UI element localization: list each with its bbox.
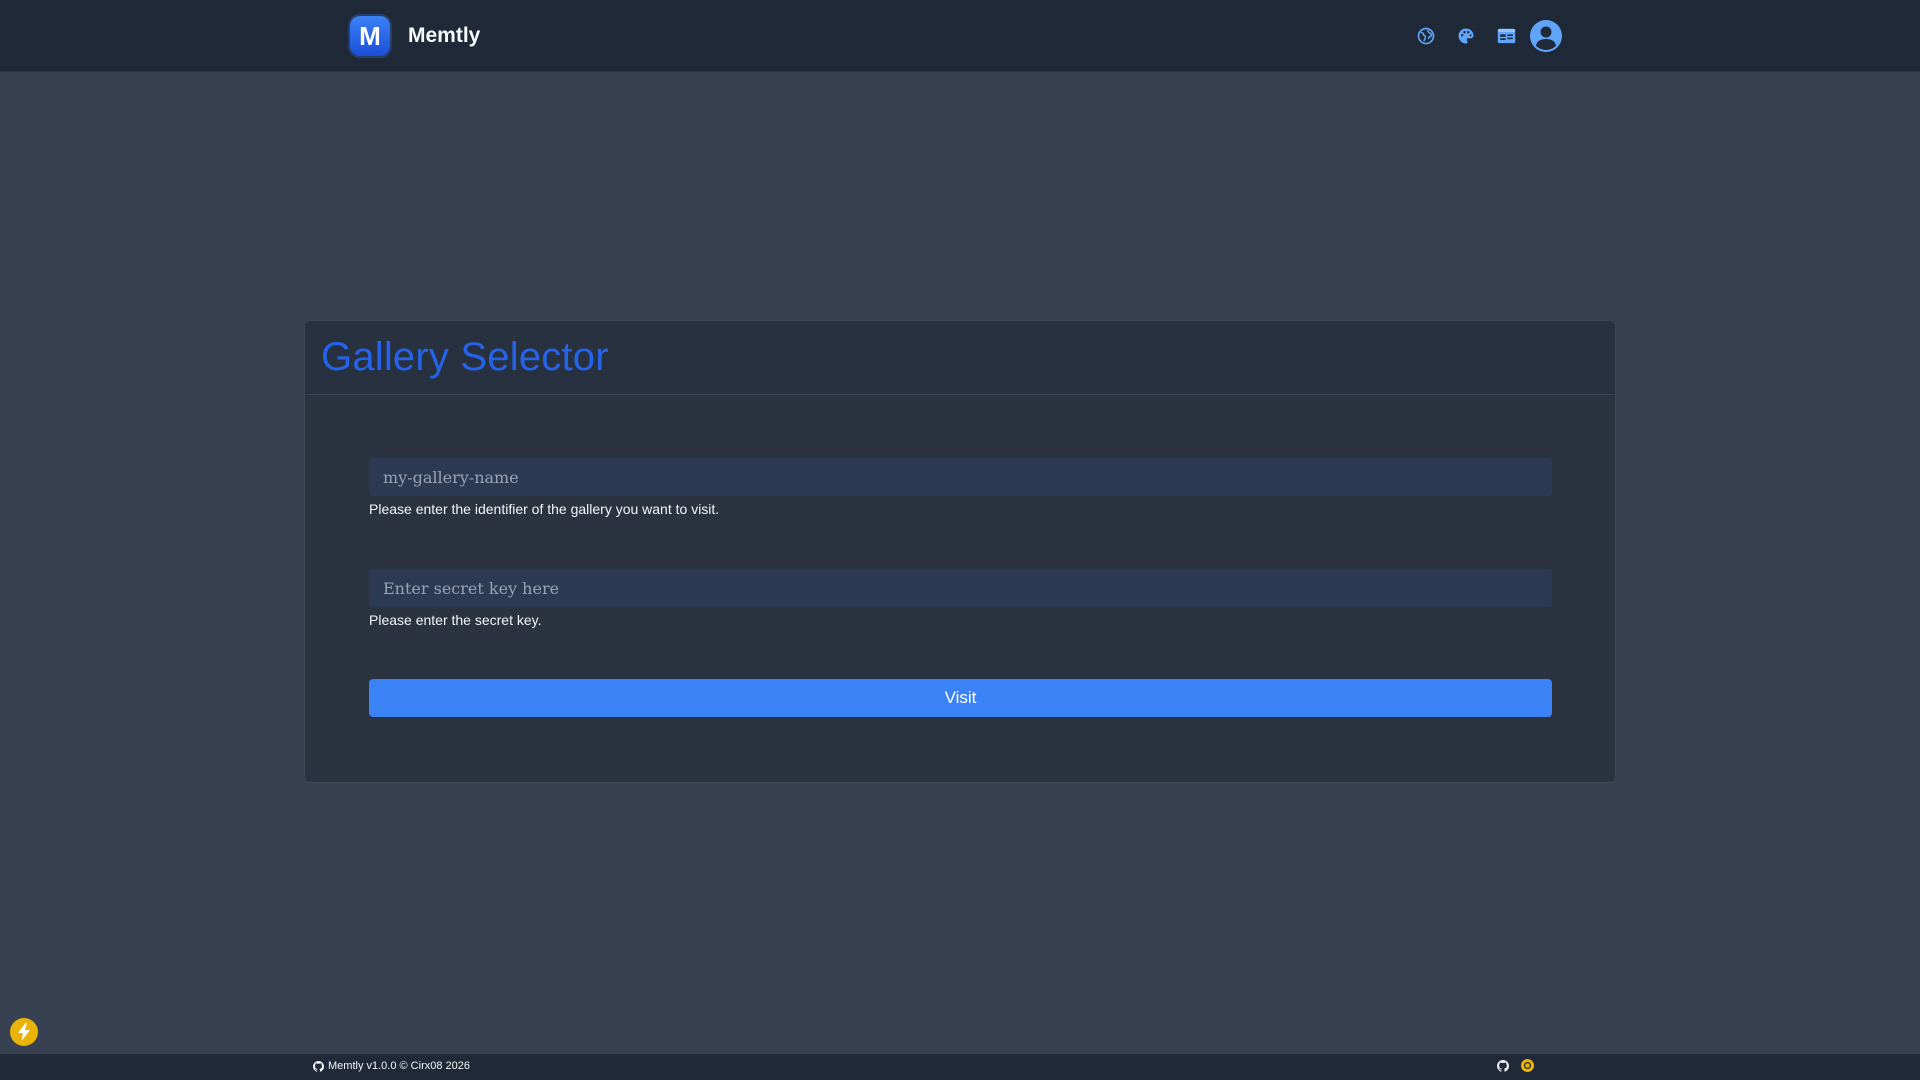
user-menu-button[interactable]: [1526, 16, 1566, 56]
visit-button[interactable]: Visit: [369, 679, 1552, 717]
navbar-actions: [1406, 16, 1566, 56]
card-body: Please enter the identifier of the galle…: [305, 395, 1615, 782]
language-button[interactable]: [1406, 16, 1446, 56]
lightning-bolt-icon: [18, 1023, 30, 1041]
id-card-icon: [1497, 28, 1515, 44]
gallery-selector-card: Gallery Selector Please enter the identi…: [304, 320, 1616, 783]
card-header: Gallery Selector: [305, 321, 1615, 395]
logo-letter: M: [359, 20, 381, 51]
footer: Memtly v1.0.0 © Cirx08 2026: [0, 1054, 1920, 1080]
gallery-name-help: Please enter the identifier of the galle…: [369, 501, 720, 517]
donate-coin-link[interactable]: [1521, 1059, 1534, 1072]
footer-links: [1497, 1059, 1534, 1072]
coin-icon: [1523, 1061, 1532, 1070]
memtly-logo-icon: M: [350, 16, 390, 56]
theme-button[interactable]: [1446, 16, 1486, 56]
page-title: Gallery Selector: [321, 335, 609, 379]
globe-icon: [1417, 27, 1435, 45]
quick-action-button[interactable]: [10, 1018, 38, 1046]
footer-credits: Memtly v1.0.0 © Cirx08 2026: [313, 1060, 470, 1072]
user-circle-icon: [1530, 20, 1562, 52]
brand-name: Memtly: [408, 24, 481, 47]
brand-home-link[interactable]: M Memtly: [350, 14, 480, 58]
id-card-button[interactable]: [1486, 16, 1526, 56]
gallery-name-input[interactable]: [369, 458, 1552, 496]
footer-text: Memtly v1.0.0 © Cirx08 2026: [328, 1060, 470, 1072]
secret-key-help: Please enter the secret key.: [369, 612, 542, 628]
secret-key-input[interactable]: [369, 569, 1552, 607]
palette-icon: [1458, 28, 1474, 44]
github-icon: [1497, 1059, 1509, 1072]
top-navbar: M Memtly: [0, 0, 1920, 72]
github-icon: [313, 1060, 324, 1072]
github-link[interactable]: [1497, 1059, 1509, 1072]
